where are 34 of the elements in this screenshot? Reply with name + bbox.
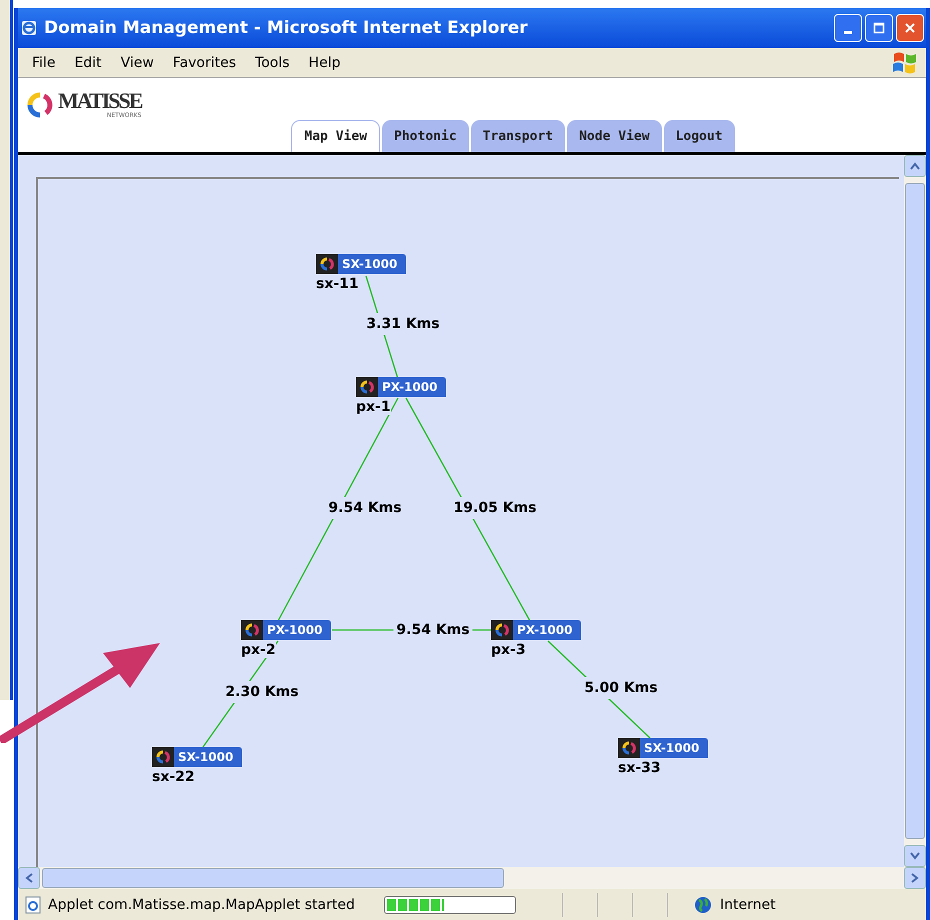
menu-item[interactable]: View: [112, 52, 162, 73]
node-badge[interactable]: PX-1000: [241, 620, 331, 640]
horizontal-scrollbar[interactable]: [18, 867, 926, 890]
globe-icon: [694, 896, 712, 914]
node-name: px-3: [491, 642, 526, 658]
tab[interactable]: Map View: [291, 120, 380, 152]
security-zone: Internet: [720, 896, 776, 913]
menu-item[interactable]: File: [24, 52, 64, 73]
close-icon: [904, 22, 916, 34]
maximize-button[interactable]: [865, 14, 893, 42]
menu-item[interactable]: Edit: [66, 52, 110, 73]
window-title: Domain Management - Microsoft Internet Explorer: [44, 18, 529, 38]
menu-item[interactable]: Favorites: [164, 52, 244, 73]
tab[interactable]: Logout: [664, 120, 735, 152]
close-button[interactable]: [896, 14, 924, 42]
node-badge[interactable]: SX-1000: [152, 747, 242, 768]
page-icon: [24, 896, 42, 914]
menu-item[interactable]: Tools: [247, 52, 298, 73]
node-badge[interactable]: PX-1000: [491, 620, 581, 640]
node-badge[interactable]: SX-1000: [316, 254, 406, 274]
browser-icon: [20, 19, 38, 38]
menu-item[interactable]: Help: [300, 52, 348, 73]
node-badge[interactable]: SX-1000: [618, 738, 708, 758]
node-name: px-2: [241, 642, 276, 658]
maximize-icon: [873, 22, 885, 34]
minimize-button[interactable]: [834, 14, 862, 42]
vertical-scrollbar[interactable]: [904, 155, 926, 868]
tab[interactable]: Node View: [567, 120, 662, 152]
tab[interactable]: Transport: [470, 120, 566, 152]
node-name: px-1: [356, 399, 391, 416]
status-message: Applet com.Matisse.map.MapApplet started: [48, 896, 356, 913]
tab[interactable]: Photonic: [382, 120, 469, 152]
node-badge[interactable]: PX-1000: [356, 377, 446, 398]
minimize-icon: [844, 30, 852, 34]
